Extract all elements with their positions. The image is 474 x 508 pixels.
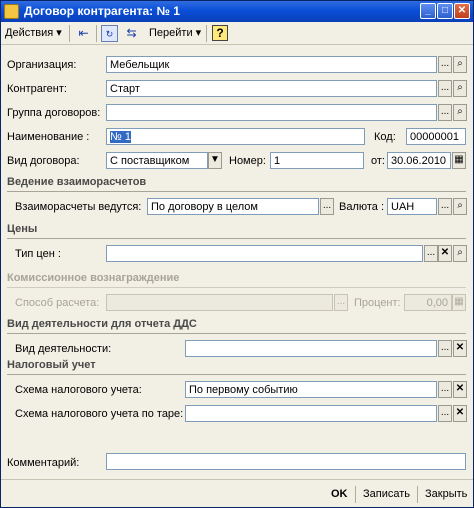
tare-scheme-select-button[interactable]: ... xyxy=(438,405,452,422)
price-type-label: Тип цен : xyxy=(15,248,61,260)
divider xyxy=(7,374,466,375)
code-field[interactable]: 00000001 xyxy=(406,128,466,145)
calc-method-label: Способ расчета: xyxy=(15,297,100,309)
currency-field[interactable]: UAH xyxy=(387,198,437,215)
goto-menu[interactable]: Перейти ▾ xyxy=(149,25,201,42)
chevron-down-icon: ▾ xyxy=(195,27,202,39)
refresh-icon[interactable]: ↻ xyxy=(101,25,118,42)
divider xyxy=(7,333,466,334)
bottom-separator xyxy=(355,486,356,503)
org-field[interactable]: Мебельщик xyxy=(106,56,437,73)
name-value: № 1 xyxy=(110,131,131,143)
contract-window: Договор контрагента: № 1 _ □ ✕ Действия … xyxy=(0,0,474,508)
calendar-icon[interactable]: ▦ xyxy=(452,152,466,169)
divider xyxy=(7,191,466,192)
toolbar-separator xyxy=(69,25,70,42)
settlement-mode-label: Взаиморасчеты ведутся: xyxy=(15,201,142,213)
activity-field[interactable] xyxy=(185,340,437,357)
counterparty-select-button[interactable]: ... xyxy=(438,80,452,97)
divider xyxy=(7,238,466,239)
activity-select-button[interactable]: ... xyxy=(438,340,452,357)
bottom-separator xyxy=(417,486,418,503)
maximize-button[interactable]: □ xyxy=(437,3,453,19)
org-search-icon[interactable]: ⌕ xyxy=(453,56,467,73)
currency-label: Валюта : xyxy=(339,201,385,213)
price-type-field[interactable] xyxy=(106,245,423,262)
group-search-icon[interactable]: ⌕ xyxy=(453,104,467,121)
close-window-button[interactable]: ✕ xyxy=(454,3,470,19)
toolbar: Действия ▾ ⇤ ↻ ⇆ Перейти ▾ ? xyxy=(1,22,473,45)
tax-section-title: Налоговый учет xyxy=(7,359,96,371)
chevron-down-icon[interactable]: ▼ xyxy=(208,152,222,169)
ok-button[interactable]: OK xyxy=(331,486,348,502)
toolbar-separator xyxy=(206,25,207,42)
settlements-section-title: Ведение взаиморасчетов xyxy=(7,176,147,188)
back-arrow-icon[interactable]: ⇤ xyxy=(75,25,92,42)
counterparty-search-icon[interactable]: ⌕ xyxy=(453,80,467,97)
app-icon xyxy=(4,4,19,19)
group-label: Группа договоров: xyxy=(7,107,101,119)
minimize-button[interactable]: _ xyxy=(420,3,436,19)
tax-scheme-clear-icon[interactable]: ✕ xyxy=(453,381,467,398)
counterparty-field[interactable]: Старт xyxy=(106,80,437,97)
comment-label: Комментарий: xyxy=(7,457,80,469)
name-field[interactable]: № 1 xyxy=(106,128,365,145)
tax-scheme-select-button[interactable]: ... xyxy=(438,381,452,398)
calc-method-select-button[interactable]: ... xyxy=(334,294,348,311)
window-title: Договор контрагента: № 1 xyxy=(24,4,180,18)
price-type-search-icon[interactable]: ⌕ xyxy=(453,245,467,262)
date-label: от: xyxy=(371,155,385,167)
percent-label: Процент: xyxy=(354,297,401,309)
structure-icon[interactable]: ⇆ xyxy=(123,25,140,42)
tare-scheme-field[interactable] xyxy=(185,405,437,422)
actions-label: Действия xyxy=(5,27,54,39)
dds-section-title: Вид деятельности для отчета ДДС xyxy=(7,318,197,330)
currency-select-button[interactable]: ... xyxy=(438,198,452,215)
tare-scheme-label: Схема налогового учета по таре: xyxy=(15,408,184,420)
settlement-mode-field[interactable]: По договору в целом xyxy=(147,198,319,215)
code-label: Код: xyxy=(374,131,396,143)
divider xyxy=(7,287,466,288)
comment-field[interactable] xyxy=(106,453,466,470)
prices-section-title: Цены xyxy=(7,223,38,235)
counterparty-label: Контрагент: xyxy=(7,83,67,95)
org-label: Организация: xyxy=(7,59,77,71)
currency-search-icon[interactable]: ⌕ xyxy=(453,198,467,215)
tax-scheme-label: Схема налогового учета: xyxy=(15,384,142,396)
tare-scheme-clear-icon[interactable]: ✕ xyxy=(453,405,467,422)
chevron-down-icon: ▾ xyxy=(56,27,62,39)
close-button[interactable]: Закрыть xyxy=(425,486,467,502)
calc-method-field[interactable] xyxy=(106,294,333,311)
price-type-clear-icon[interactable]: ✕ xyxy=(438,245,452,262)
save-button[interactable]: Записать xyxy=(363,486,410,502)
activity-label: Вид деятельности: xyxy=(15,343,112,355)
settlement-mode-select-button[interactable]: ... xyxy=(320,198,334,215)
group-select-button[interactable]: ... xyxy=(438,104,452,121)
group-field[interactable] xyxy=(106,104,437,121)
goto-label: Перейти xyxy=(149,27,193,39)
date-field[interactable]: 30.06.2010 xyxy=(387,152,451,169)
tax-scheme-field[interactable]: По первому событию xyxy=(185,381,437,398)
org-select-button[interactable]: ... xyxy=(438,56,452,73)
toolbar-separator xyxy=(96,25,97,42)
title-bar: Договор контрагента: № 1 _ □ ✕ xyxy=(1,1,473,22)
type-select[interactable]: С поставщиком xyxy=(106,152,208,169)
number-label: Номер: xyxy=(229,155,266,167)
activity-clear-icon[interactable]: ✕ xyxy=(453,340,467,357)
calculator-icon[interactable]: ▦ xyxy=(452,294,466,311)
commission-section-title: Комиссионное вознаграждение xyxy=(7,272,180,284)
bottom-bar: OK Записать Закрыть xyxy=(1,479,473,507)
type-label: Вид договора: xyxy=(7,155,80,167)
price-type-select-button[interactable]: ... xyxy=(424,245,438,262)
help-icon[interactable]: ? xyxy=(212,25,228,41)
percent-field[interactable]: 0,00 xyxy=(404,294,452,311)
actions-menu[interactable]: Действия ▾ xyxy=(5,25,62,42)
number-field[interactable]: 1 xyxy=(270,152,364,169)
name-label: Наименование : xyxy=(7,131,90,143)
